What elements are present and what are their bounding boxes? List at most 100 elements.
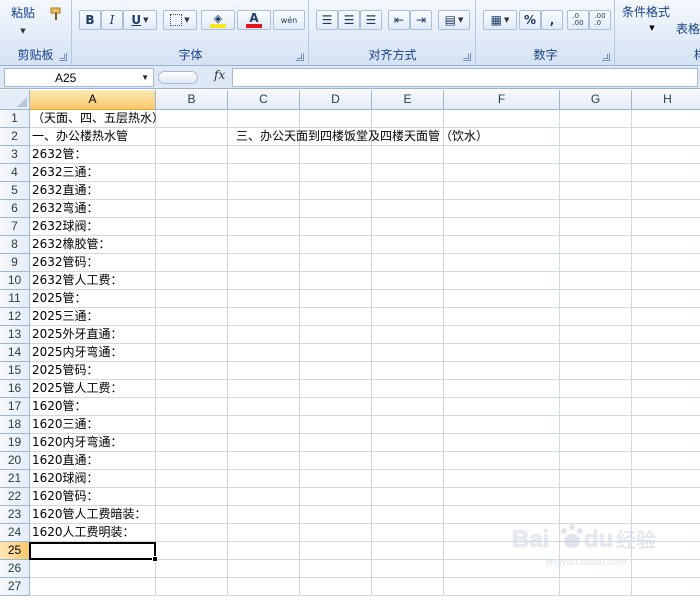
- align-center-button[interactable]: ☰: [338, 10, 360, 30]
- cell-g2[interactable]: [560, 128, 632, 146]
- column-header-f[interactable]: F: [444, 90, 560, 110]
- cell-e7[interactable]: [372, 218, 444, 236]
- italic-button[interactable]: I: [101, 10, 123, 30]
- increase-indent-button[interactable]: ⇥: [410, 10, 432, 30]
- cell-h10[interactable]: [632, 272, 700, 290]
- cell-d8[interactable]: [300, 236, 372, 254]
- cell-g1[interactable]: [560, 110, 632, 128]
- select-all-button[interactable]: [0, 90, 30, 110]
- cell-e3[interactable]: [372, 146, 444, 164]
- cell-c24[interactable]: [228, 524, 300, 542]
- cell-g5[interactable]: [560, 182, 632, 200]
- cell-e13[interactable]: [372, 326, 444, 344]
- cell-a26[interactable]: [30, 560, 156, 578]
- cell-g23[interactable]: [560, 506, 632, 524]
- cell-b4[interactable]: [156, 164, 228, 182]
- name-box[interactable]: A25 ▼: [4, 68, 154, 87]
- table-format-label[interactable]: 表格: [676, 20, 700, 37]
- row-header[interactable]: 9: [0, 254, 30, 272]
- cell-e24[interactable]: [372, 524, 444, 542]
- active-cell-selection[interactable]: [29, 542, 158, 562]
- row-header[interactable]: 16: [0, 380, 30, 398]
- cell-f13[interactable]: [444, 326, 560, 344]
- column-header-a[interactable]: A: [30, 90, 156, 110]
- cell-g13[interactable]: [560, 326, 632, 344]
- row-header[interactable]: 26: [0, 560, 30, 578]
- cell-d6[interactable]: [300, 200, 372, 218]
- cell-c10[interactable]: [228, 272, 300, 290]
- cell-h5[interactable]: [632, 182, 700, 200]
- cell-h6[interactable]: [632, 200, 700, 218]
- cell-f12[interactable]: [444, 308, 560, 326]
- cell-h20[interactable]: [632, 452, 700, 470]
- cell-c6[interactable]: [228, 200, 300, 218]
- cell-g12[interactable]: [560, 308, 632, 326]
- row-header[interactable]: 11: [0, 290, 30, 308]
- cell-g15[interactable]: [560, 362, 632, 380]
- cell-c19[interactable]: [228, 434, 300, 452]
- cell-g16[interactable]: [560, 380, 632, 398]
- row-header[interactable]: 22: [0, 488, 30, 506]
- cell-e15[interactable]: [372, 362, 444, 380]
- cell-b16[interactable]: [156, 380, 228, 398]
- cell-g4[interactable]: [560, 164, 632, 182]
- cell-b10[interactable]: [156, 272, 228, 290]
- column-header-b[interactable]: B: [156, 90, 228, 110]
- cell-f22[interactable]: [444, 488, 560, 506]
- cell-b19[interactable]: [156, 434, 228, 452]
- cell-g26[interactable]: [560, 560, 632, 578]
- cell-c13[interactable]: [228, 326, 300, 344]
- cell-h2[interactable]: [632, 128, 700, 146]
- cell-h7[interactable]: [632, 218, 700, 236]
- row-header[interactable]: 8: [0, 236, 30, 254]
- cell-d13[interactable]: [300, 326, 372, 344]
- cell-c27[interactable]: [228, 578, 300, 596]
- increase-decimal-button[interactable]: .0.00: [567, 10, 589, 30]
- cell-c23[interactable]: [228, 506, 300, 524]
- cell-g6[interactable]: [560, 200, 632, 218]
- cell-b25[interactable]: [156, 542, 228, 560]
- cell-f9[interactable]: [444, 254, 560, 272]
- cell-e1[interactable]: [372, 110, 444, 128]
- row-header[interactable]: 18: [0, 416, 30, 434]
- cell-e6[interactable]: [372, 200, 444, 218]
- decrease-decimal-button[interactable]: .00.0: [589, 10, 611, 30]
- cell-g7[interactable]: [560, 218, 632, 236]
- cell-f7[interactable]: [444, 218, 560, 236]
- cell-g9[interactable]: [560, 254, 632, 272]
- cell-e10[interactable]: [372, 272, 444, 290]
- row-header[interactable]: 4: [0, 164, 30, 182]
- cell-b1[interactable]: [156, 110, 228, 128]
- cell-g8[interactable]: [560, 236, 632, 254]
- clipboard-launcher-icon[interactable]: [59, 53, 67, 61]
- number-launcher-icon[interactable]: [602, 53, 610, 61]
- cell-e23[interactable]: [372, 506, 444, 524]
- cell-c7[interactable]: [228, 218, 300, 236]
- cell-h18[interactable]: [632, 416, 700, 434]
- row-header[interactable]: 7: [0, 218, 30, 236]
- cell-c14[interactable]: [228, 344, 300, 362]
- cell-b26[interactable]: [156, 560, 228, 578]
- format-painter-icon[interactable]: [48, 6, 64, 22]
- row-header[interactable]: 21: [0, 470, 30, 488]
- row-header[interactable]: 19: [0, 434, 30, 452]
- cell-h14[interactable]: [632, 344, 700, 362]
- cell-d15[interactable]: [300, 362, 372, 380]
- underline-button[interactable]: U ▼: [123, 10, 157, 30]
- cell-d17[interactable]: [300, 398, 372, 416]
- cell-e19[interactable]: [372, 434, 444, 452]
- cell-d9[interactable]: [300, 254, 372, 272]
- row-header[interactable]: 17: [0, 398, 30, 416]
- cell-f26[interactable]: [444, 560, 560, 578]
- row-header[interactable]: 20: [0, 452, 30, 470]
- cell-e17[interactable]: [372, 398, 444, 416]
- row-header[interactable]: 3: [0, 146, 30, 164]
- column-header-d[interactable]: D: [300, 90, 372, 110]
- cell-g27[interactable]: [560, 578, 632, 596]
- cell-h15[interactable]: [632, 362, 700, 380]
- column-header-h[interactable]: H: [632, 90, 700, 110]
- align-right-button[interactable]: ☰: [360, 10, 382, 30]
- cell-f14[interactable]: [444, 344, 560, 362]
- cell-b11[interactable]: [156, 290, 228, 308]
- cell-g17[interactable]: [560, 398, 632, 416]
